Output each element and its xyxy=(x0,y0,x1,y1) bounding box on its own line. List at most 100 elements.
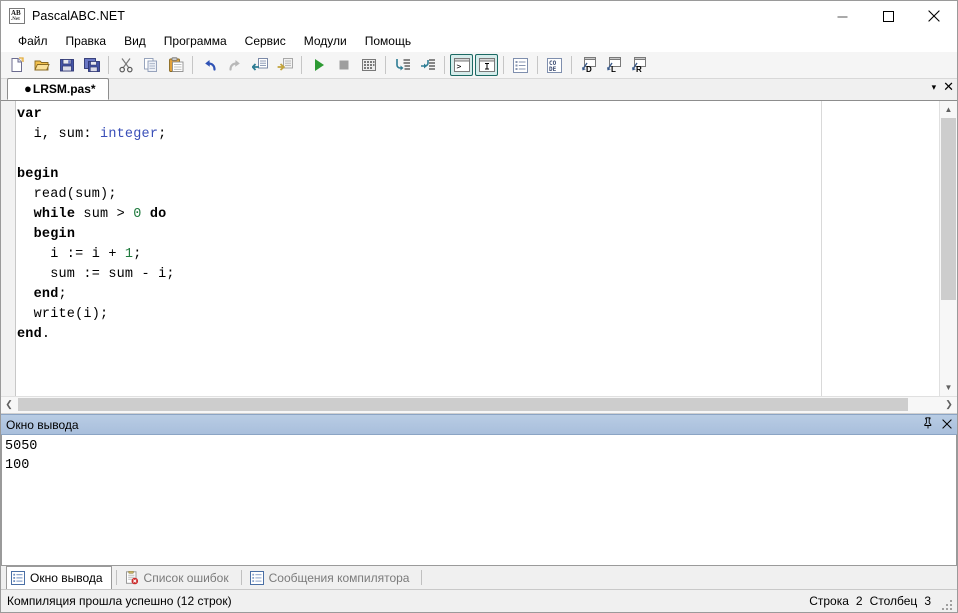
window-controls xyxy=(819,1,957,31)
toolbar-separator xyxy=(537,56,538,74)
bottom-tab-separator xyxy=(421,570,423,585)
bottom-tab-compiler-messages-label: Сообщения компилятора xyxy=(268,570,410,585)
vertical-scroll-thumb[interactable] xyxy=(941,118,956,300)
code-token: var xyxy=(17,107,42,122)
menu-item-help[interactable]: Помощь xyxy=(356,32,420,52)
scroll-right-icon[interactable]: ❯ xyxy=(941,397,957,412)
output-panel: Окно вывода 5050 100 xyxy=(1,414,957,565)
close-tab-icon[interactable]: ✕ xyxy=(943,80,954,93)
editor-gutter[interactable] xyxy=(1,101,16,396)
bottom-tab-output[interactable]: Окно вывода xyxy=(6,566,112,590)
close-output-panel-icon[interactable] xyxy=(942,418,952,432)
scroll-up-icon[interactable]: ▲ xyxy=(940,101,957,118)
maximize-button[interactable] xyxy=(865,1,911,31)
document-tab-lrsm[interactable]: ● LRSM.pas* xyxy=(7,78,109,100)
undo-button[interactable] xyxy=(198,54,221,76)
code-line: end. xyxy=(17,325,937,345)
minimize-button[interactable] xyxy=(819,1,865,31)
console-window-button[interactable]: > xyxy=(450,54,473,76)
menu-item-view[interactable]: Вид xyxy=(115,32,155,52)
code-token: i := i + xyxy=(17,247,125,262)
bottom-tab-separator xyxy=(240,570,242,585)
new-file-button[interactable] xyxy=(5,54,28,76)
copy-button[interactable] xyxy=(139,54,162,76)
step-over-button[interactable] xyxy=(416,54,439,76)
resize-grip-icon[interactable] xyxy=(940,596,954,610)
chevron-down-icon[interactable]: ▾ xyxy=(932,81,937,93)
template-d-button[interactable]: D xyxy=(577,54,600,76)
document-tabstrip: ● LRSM.pas* ▾ ✕ xyxy=(1,78,957,101)
svg-text:DE: DE xyxy=(549,66,557,73)
code-token: ; xyxy=(58,287,67,302)
code-line: begin xyxy=(17,165,937,185)
template-r-button[interactable]: R xyxy=(627,54,650,76)
status-line-value: 2 xyxy=(855,594,863,608)
code-token: integer xyxy=(100,127,159,142)
bottom-tab-output-label: Окно вывода xyxy=(30,571,103,585)
code-editor[interactable]: var i, sum: integer; begin read(sum); wh… xyxy=(1,101,957,396)
code-token: . xyxy=(41,327,51,342)
output-text[interactable]: 5050 100 xyxy=(1,435,957,565)
toolbar-separator xyxy=(108,56,109,74)
title-bar: AB .Net PascalABC.NET xyxy=(1,1,957,31)
code-line: i, sum: integer; xyxy=(17,125,937,145)
status-caret-position: Строка 2 Столбец 3 xyxy=(809,594,931,608)
code-token: ; xyxy=(133,247,142,262)
unindent-button[interactable] xyxy=(248,54,271,76)
code-line: var xyxy=(17,105,937,125)
bottom-tab-compiler-messages[interactable]: Сообщения компилятора xyxy=(246,566,418,589)
step-into-button[interactable] xyxy=(391,54,414,76)
cut-button[interactable] xyxy=(114,54,137,76)
bottom-tab-errors[interactable]: Список ошибок xyxy=(121,566,237,589)
pascalabc-logo-icon: AB .Net xyxy=(9,8,25,24)
code-line: i := i + 1; xyxy=(17,245,937,265)
code-line: end; xyxy=(17,285,937,305)
menu-item-program[interactable]: Программа xyxy=(155,32,236,52)
bottom-tab-errors-label: Список ошибок xyxy=(143,570,229,585)
run-button[interactable] xyxy=(307,54,330,76)
input-window-button[interactable] xyxy=(475,54,498,76)
status-bar: Компиляция прошла успешно (12 строк) Стр… xyxy=(1,589,957,612)
save-file-button[interactable] xyxy=(55,54,78,76)
code-content[interactable]: var i, sum: integer; begin read(sum); wh… xyxy=(17,105,937,345)
scroll-left-icon[interactable]: ❮ xyxy=(1,397,17,412)
code-line: while sum > 0 do xyxy=(17,205,937,225)
error-list-icon xyxy=(125,570,139,585)
save-all-button[interactable] xyxy=(80,54,103,76)
paste-button[interactable] xyxy=(164,54,187,76)
svg-text:L: L xyxy=(611,65,616,73)
code-view-button[interactable]: CO DE xyxy=(543,54,566,76)
horizontal-scroll-thumb[interactable] xyxy=(18,398,908,411)
menu-item-modules[interactable]: Модули xyxy=(295,32,356,52)
code-token: end xyxy=(17,327,42,342)
editor-vertical-scrollbar[interactable]: ▲ ▼ xyxy=(939,101,957,396)
code-token: 0 xyxy=(133,207,142,222)
pin-icon[interactable] xyxy=(923,417,933,432)
code-token: 1 xyxy=(124,247,134,262)
redo-button[interactable] xyxy=(223,54,246,76)
output-window-button[interactable] xyxy=(509,54,532,76)
code-token: begin xyxy=(17,167,59,182)
code-token: sum := sum - i; xyxy=(17,267,175,282)
editor-horizontal-scrollbar[interactable]: ❮ ❯ xyxy=(1,396,957,414)
menu-item-file[interactable]: Файл xyxy=(9,32,57,52)
svg-text:>: > xyxy=(456,62,461,71)
menu-item-service[interactable]: Сервис xyxy=(236,32,295,52)
toolbar-separator xyxy=(192,56,193,74)
code-token: read(sum); xyxy=(17,187,117,202)
scroll-down-icon[interactable]: ▼ xyxy=(940,379,957,396)
status-column-label: Столбец xyxy=(869,594,918,608)
template-l-button[interactable]: L xyxy=(602,54,625,76)
toolbar-separator xyxy=(385,56,386,74)
stop-button[interactable] xyxy=(332,54,355,76)
code-line: begin xyxy=(17,225,937,245)
code-token: begin xyxy=(33,227,76,242)
menu-item-edit[interactable]: Правка xyxy=(57,32,116,52)
open-file-button[interactable] xyxy=(30,54,53,76)
indent-button[interactable] xyxy=(273,54,296,76)
close-button[interactable] xyxy=(911,1,957,31)
build-button[interactable] xyxy=(357,54,380,76)
